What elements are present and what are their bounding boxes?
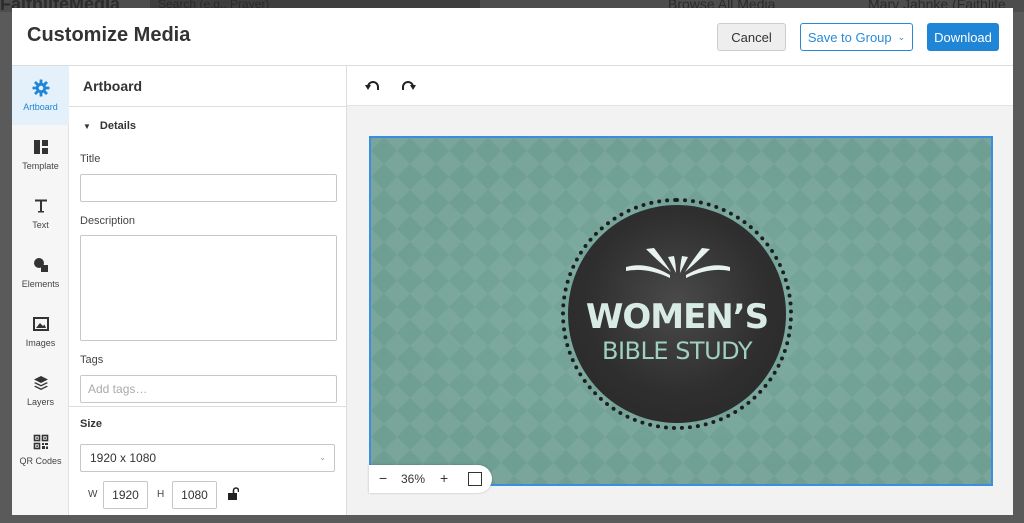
fit-to-screen-icon[interactable] — [468, 472, 482, 486]
image-icon — [32, 315, 50, 333]
save-to-group-label: Save to Group — [807, 29, 892, 45]
qr-code-icon — [32, 433, 50, 451]
rail-label-qr-codes: QR Codes — [19, 456, 62, 466]
width-label: W — [88, 489, 98, 500]
description-textarea[interactable] — [80, 235, 337, 341]
unlock-icon[interactable] — [227, 487, 240, 501]
shapes-icon — [32, 256, 50, 274]
size-select[interactable]: 1920 x 1080 ⌄ — [80, 444, 335, 472]
open-book-icon — [626, 248, 730, 278]
rail-item-text[interactable]: Text — [12, 184, 69, 243]
canvas-toolbar — [347, 66, 1013, 106]
rail-label-template: Template — [22, 161, 59, 171]
rail-item-elements[interactable]: Elements — [12, 243, 69, 302]
chevron-down-icon: ▼ — [83, 121, 91, 131]
chevron-down-icon: ⌄ — [319, 453, 326, 462]
details-toggle[interactable]: ▼ Details — [83, 120, 136, 132]
title-label: Title — [80, 153, 101, 165]
rail-item-qr-codes[interactable]: QR Codes — [12, 420, 69, 479]
size-label: Size — [80, 418, 103, 430]
cancel-button[interactable]: Cancel — [717, 23, 786, 51]
badge-title-line1: WOMEN’S — [585, 297, 769, 337]
badge-title-line2: BIBLE STUDY — [602, 337, 752, 365]
zoom-in-button[interactable]: + — [440, 470, 448, 486]
gear-icon — [32, 79, 50, 97]
rail-label-images: Images — [25, 338, 56, 348]
rail-label-layers: Layers — [26, 397, 54, 407]
rail-label-text: Text — [32, 220, 49, 230]
panel-header: Artboard — [69, 66, 346, 107]
rail-item-layers[interactable]: Layers — [12, 361, 69, 420]
height-label: H — [157, 489, 165, 500]
chevron-down-icon: ⌄ — [897, 31, 906, 42]
canvas-area: WOMEN’S BIBLE STUDY − 36% + — [347, 106, 1013, 515]
undo-icon[interactable] — [364, 78, 382, 96]
title-input[interactable] — [80, 174, 337, 202]
artboard-panel: Artboard ▼ Details Title Description Tag… — [69, 66, 347, 515]
width-input[interactable]: 1920 — [103, 481, 148, 509]
rail-item-artboard[interactable]: Artboard — [12, 66, 69, 125]
panel-title: Artboard — [83, 78, 143, 94]
tags-input[interactable] — [80, 375, 337, 403]
height-input[interactable]: 1080 — [172, 481, 217, 509]
tags-label: Tags — [80, 354, 104, 366]
details-label: Details — [99, 120, 136, 132]
rail-label-elements: Elements — [21, 279, 60, 289]
customize-media-modal: Customize Media Cancel Save to Group ⌄ D… — [12, 8, 1013, 515]
rail-label-artboard: Artboard — [23, 102, 58, 112]
zoom-out-button[interactable]: − — [379, 470, 387, 486]
size-select-value: 1920 x 1080 — [90, 451, 157, 465]
rail-item-template[interactable]: Template — [12, 125, 69, 184]
tool-rail: Artboard Template Text Elements Images L… — [12, 66, 69, 515]
badge-circle[interactable]: WOMEN’S BIBLE STUDY — [568, 205, 786, 423]
template-icon — [32, 138, 50, 156]
description-label: Description — [80, 215, 136, 227]
layers-icon — [32, 374, 50, 392]
size-divider — [69, 406, 346, 407]
download-button[interactable]: Download — [927, 23, 999, 51]
save-to-group-button[interactable]: Save to Group ⌄ — [800, 23, 913, 51]
redo-icon[interactable] — [399, 78, 417, 96]
zoom-level: 36% — [401, 472, 426, 486]
zoom-control: − 36% + — [369, 465, 492, 493]
text-icon — [32, 197, 50, 215]
rail-item-images[interactable]: Images — [12, 302, 69, 361]
artboard-canvas[interactable]: WOMEN’S BIBLE STUDY — [369, 136, 993, 486]
modal-title: Customize Media — [27, 24, 191, 46]
modal-header: Customize Media Cancel Save to Group ⌄ D… — [12, 8, 1013, 66]
